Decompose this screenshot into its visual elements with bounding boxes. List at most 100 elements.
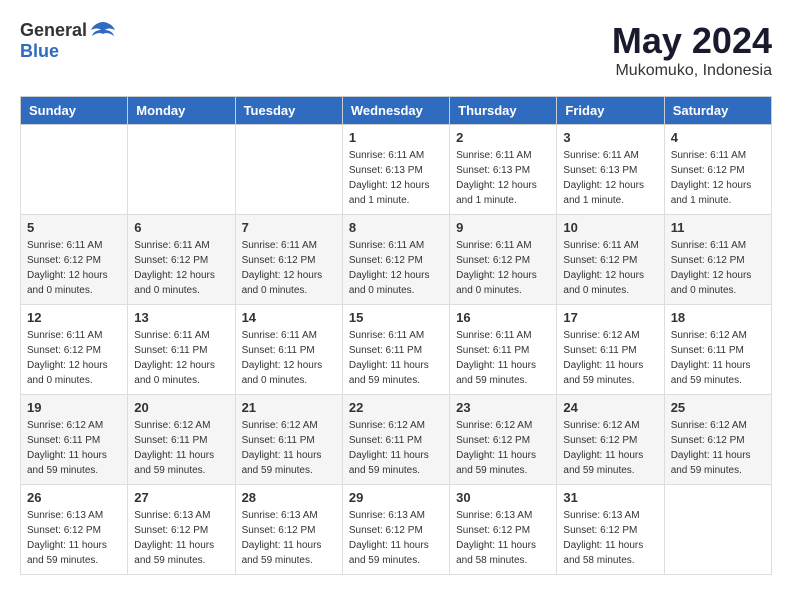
calendar-cell: 22 Sunrise: 6:12 AM Sunset: 6:11 PM Dayli…	[342, 395, 449, 485]
calendar-cell: 1Sunrise: 6:11 AM Sunset: 6:13 PM Daylig…	[342, 125, 449, 215]
day-info: Sunrise: 6:11 AM Sunset: 6:11 PM Dayligh…	[242, 328, 336, 388]
day-number: 5	[27, 220, 121, 235]
day-info: Sunrise: 6:11 AM Sunset: 6:13 PM Dayligh…	[349, 148, 443, 208]
day-info: Sunrise: 6:12 AM Sunset: 6:11 PM Dayligh…	[242, 418, 336, 478]
day-number: 31	[563, 490, 657, 505]
calendar-cell: 27Sunrise: 6:13 AM Sunset: 6:12 PM Dayli…	[128, 485, 235, 575]
day-number: 21	[242, 400, 336, 415]
calendar-cell: 30 Sunrise: 6:13 AM Sunset: 6:12 PM Dayli…	[450, 485, 557, 575]
calendar-cell: 6Sunrise: 6:11 AM Sunset: 6:12 PM Daylig…	[128, 215, 235, 305]
calendar-cell: 20 Sunrise: 6:12 AM Sunset: 6:11 PM Dayli…	[128, 395, 235, 485]
calendar-cell: 31 Sunrise: 6:13 AM Sunset: 6:12 PM Dayli…	[557, 485, 664, 575]
calendar-cell: 9 Sunrise: 6:11 AM Sunset: 6:12 PM Daylig…	[450, 215, 557, 305]
day-info: Sunrise: 6:13 AM Sunset: 6:12 PM Dayligh…	[456, 508, 550, 568]
day-number: 23	[456, 400, 550, 415]
week-row-3: 12 Sunrise: 6:11 AM Sunset: 6:12 PM Dayli…	[21, 305, 772, 395]
calendar-cell: 7Sunrise: 6:11 AM Sunset: 6:12 PM Daylig…	[235, 215, 342, 305]
day-number: 15	[349, 310, 443, 325]
day-info: Sunrise: 6:11 AM Sunset: 6:11 PM Dayligh…	[134, 328, 228, 388]
day-number: 4	[671, 130, 765, 145]
day-info: Sunrise: 6:12 AM Sunset: 6:11 PM Dayligh…	[134, 418, 228, 478]
calendar-cell: 19 Sunrise: 6:12 AM Sunset: 6:11 PM Dayli…	[21, 395, 128, 485]
day-info: Sunrise: 6:11 AM Sunset: 6:12 PM Dayligh…	[134, 238, 228, 298]
day-info: Sunrise: 6:11 AM Sunset: 6:13 PM Dayligh…	[563, 148, 657, 208]
day-info: Sunrise: 6:11 AM Sunset: 6:12 PM Dayligh…	[349, 238, 443, 298]
week-row-2: 5 Sunrise: 6:11 AM Sunset: 6:12 PM Daylig…	[21, 215, 772, 305]
day-info: Sunrise: 6:11 AM Sunset: 6:11 PM Dayligh…	[349, 328, 443, 388]
calendar-cell: 14 Sunrise: 6:11 AM Sunset: 6:11 PM Dayli…	[235, 305, 342, 395]
calendar-cell	[664, 485, 771, 575]
calendar-cell: 4 Sunrise: 6:11 AM Sunset: 6:12 PM Daylig…	[664, 125, 771, 215]
calendar-cell: 11Sunrise: 6:11 AM Sunset: 6:12 PM Dayli…	[664, 215, 771, 305]
logo-text-general: General	[20, 21, 87, 41]
day-info: Sunrise: 6:13 AM Sunset: 6:12 PM Dayligh…	[563, 508, 657, 568]
calendar-cell: 10 Sunrise: 6:11 AM Sunset: 6:12 PM Dayli…	[557, 215, 664, 305]
day-number: 28	[242, 490, 336, 505]
calendar-cell: 12 Sunrise: 6:11 AM Sunset: 6:12 PM Dayli…	[21, 305, 128, 395]
header-sunday: Sunday	[21, 97, 128, 125]
calendar-cell: 8Sunrise: 6:11 AM Sunset: 6:12 PM Daylig…	[342, 215, 449, 305]
calendar-cell: 2 Sunrise: 6:11 AM Sunset: 6:13 PM Daylig…	[450, 125, 557, 215]
calendar-cell: 29 Sunrise: 6:13 AM Sunset: 6:12 PM Dayli…	[342, 485, 449, 575]
day-number: 20	[134, 400, 228, 415]
day-info: Sunrise: 6:11 AM Sunset: 6:12 PM Dayligh…	[27, 238, 121, 298]
calendar-cell: 24 Sunrise: 6:12 AM Sunset: 6:12 PM Dayli…	[557, 395, 664, 485]
header: General Blue May 2024 Mukomuko, Indonesi…	[20, 20, 772, 80]
day-info: Sunrise: 6:11 AM Sunset: 6:12 PM Dayligh…	[563, 238, 657, 298]
calendar-cell: 16 Sunrise: 6:11 AM Sunset: 6:11 PM Dayli…	[450, 305, 557, 395]
day-number: 14	[242, 310, 336, 325]
day-info: Sunrise: 6:12 AM Sunset: 6:11 PM Dayligh…	[27, 418, 121, 478]
day-info: Sunrise: 6:11 AM Sunset: 6:11 PM Dayligh…	[456, 328, 550, 388]
main-title: May 2024	[612, 20, 772, 62]
day-number: 3	[563, 130, 657, 145]
header-saturday: Saturday	[664, 97, 771, 125]
day-info: Sunrise: 6:12 AM Sunset: 6:12 PM Dayligh…	[671, 418, 765, 478]
day-info: Sunrise: 6:12 AM Sunset: 6:12 PM Dayligh…	[456, 418, 550, 478]
day-number: 29	[349, 490, 443, 505]
calendar-table: SundayMondayTuesdayWednesdayThursdayFrid…	[20, 96, 772, 575]
calendar-cell: 5 Sunrise: 6:11 AM Sunset: 6:12 PM Daylig…	[21, 215, 128, 305]
logo-text-blue: Blue	[20, 42, 117, 62]
day-info: Sunrise: 6:11 AM Sunset: 6:13 PM Dayligh…	[456, 148, 550, 208]
subtitle: Mukomuko, Indonesia	[612, 62, 772, 80]
day-info: Sunrise: 6:11 AM Sunset: 6:12 PM Dayligh…	[671, 148, 765, 208]
header-friday: Friday	[557, 97, 664, 125]
day-number: 13	[134, 310, 228, 325]
calendar-cell: 18Sunrise: 6:12 AM Sunset: 6:11 PM Dayli…	[664, 305, 771, 395]
calendar-cell: 23 Sunrise: 6:12 AM Sunset: 6:12 PM Dayli…	[450, 395, 557, 485]
day-info: Sunrise: 6:13 AM Sunset: 6:12 PM Dayligh…	[349, 508, 443, 568]
calendar-cell: 28Sunrise: 6:13 AM Sunset: 6:12 PM Dayli…	[235, 485, 342, 575]
day-number: 18	[671, 310, 765, 325]
day-info: Sunrise: 6:11 AM Sunset: 6:12 PM Dayligh…	[27, 328, 121, 388]
day-number: 10	[563, 220, 657, 235]
day-info: Sunrise: 6:12 AM Sunset: 6:12 PM Dayligh…	[563, 418, 657, 478]
calendar-cell: 13 Sunrise: 6:11 AM Sunset: 6:11 PM Dayli…	[128, 305, 235, 395]
day-info: Sunrise: 6:13 AM Sunset: 6:12 PM Dayligh…	[134, 508, 228, 568]
day-number: 22	[349, 400, 443, 415]
week-row-5: 26Sunrise: 6:13 AM Sunset: 6:12 PM Dayli…	[21, 485, 772, 575]
calendar-cell: 3 Sunrise: 6:11 AM Sunset: 6:13 PM Daylig…	[557, 125, 664, 215]
day-number: 30	[456, 490, 550, 505]
calendar-cell: 15 Sunrise: 6:11 AM Sunset: 6:11 PM Dayli…	[342, 305, 449, 395]
week-row-4: 19 Sunrise: 6:12 AM Sunset: 6:11 PM Dayli…	[21, 395, 772, 485]
header-monday: Monday	[128, 97, 235, 125]
calendar-cell: 21 Sunrise: 6:12 AM Sunset: 6:11 PM Dayli…	[235, 395, 342, 485]
day-number: 2	[456, 130, 550, 145]
calendar-cell	[21, 125, 128, 215]
day-number: 24	[563, 400, 657, 415]
logo-bird-icon	[89, 20, 117, 42]
day-number: 11	[671, 220, 765, 235]
day-info: Sunrise: 6:12 AM Sunset: 6:11 PM Dayligh…	[349, 418, 443, 478]
header-row: SundayMondayTuesdayWednesdayThursdayFrid…	[21, 97, 772, 125]
day-number: 25	[671, 400, 765, 415]
header-wednesday: Wednesday	[342, 97, 449, 125]
day-info: Sunrise: 6:13 AM Sunset: 6:12 PM Dayligh…	[27, 508, 121, 568]
calendar-cell: 26Sunrise: 6:13 AM Sunset: 6:12 PM Dayli…	[21, 485, 128, 575]
day-info: Sunrise: 6:11 AM Sunset: 6:12 PM Dayligh…	[242, 238, 336, 298]
day-number: 12	[27, 310, 121, 325]
day-number: 9	[456, 220, 550, 235]
day-info: Sunrise: 6:11 AM Sunset: 6:12 PM Dayligh…	[456, 238, 550, 298]
day-number: 19	[27, 400, 121, 415]
day-number: 16	[456, 310, 550, 325]
header-tuesday: Tuesday	[235, 97, 342, 125]
